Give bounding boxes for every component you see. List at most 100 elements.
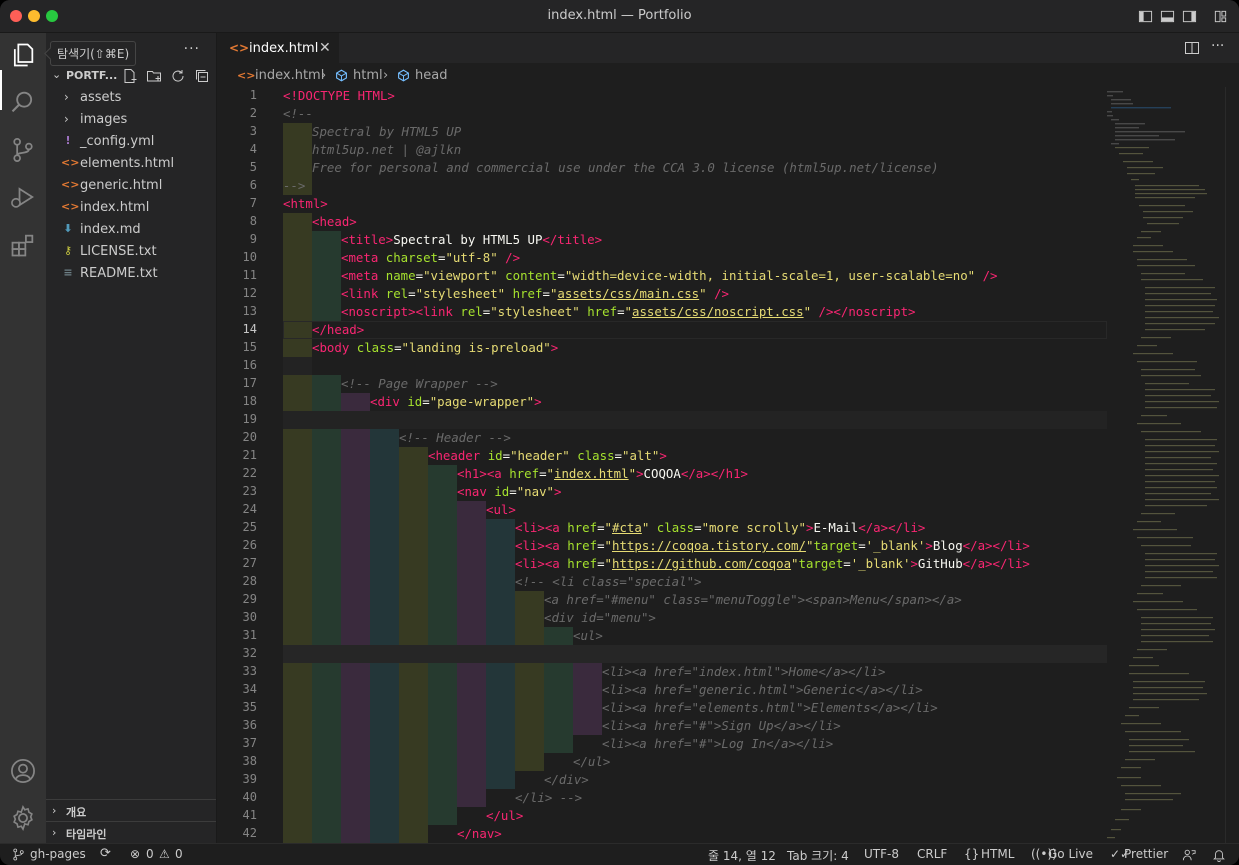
line-number: 29 bbox=[242, 592, 257, 606]
code-text: <html> bbox=[283, 196, 328, 211]
timeline-section-header[interactable]: › 타임라인 bbox=[46, 821, 216, 843]
code-editor[interactable]: 1 <!DOCTYPE HTML> 2 <!-- 3 Spectral by H… bbox=[217, 87, 1239, 843]
accounts-icon[interactable] bbox=[9, 757, 37, 785]
tab-size[interactable]: Tab 크기: 4 bbox=[787, 847, 849, 864]
tree-folder-assets[interactable]: › assets bbox=[46, 87, 216, 109]
breadcrumb-html[interactable]: html bbox=[353, 68, 383, 83]
title-bar: index.html — Portfolio bbox=[0, 0, 1239, 33]
prettier-status[interactable]: Prettier bbox=[1124, 847, 1168, 861]
collapse-all-icon[interactable] bbox=[194, 68, 210, 84]
tree-file-index-html[interactable]: <> index.html bbox=[46, 197, 216, 219]
code-line: 8 <head> bbox=[217, 213, 1239, 231]
new-folder-icon[interactable] bbox=[146, 68, 162, 84]
code-line: 31 <ul> bbox=[217, 627, 1239, 645]
tree-file-index-md[interactable]: ⬇ index.md bbox=[46, 219, 216, 241]
minimap[interactable] bbox=[1105, 87, 1225, 843]
code-line: 5 Free for personal and commercial use u… bbox=[217, 159, 1239, 177]
line-number: 42 bbox=[242, 826, 257, 840]
line-number: 21 bbox=[242, 448, 257, 462]
line-number: 16 bbox=[242, 358, 257, 372]
code-line: 27 <li><a href="https://github.com/coqoa… bbox=[217, 555, 1239, 573]
html-file-icon: <> bbox=[237, 69, 256, 82]
encoding[interactable]: UTF-8 bbox=[864, 847, 899, 861]
code-line: 37 <li><a href="#">Log In</a></li> bbox=[217, 735, 1239, 753]
line-number: 6 bbox=[249, 178, 257, 192]
language-mode[interactable]: HTML bbox=[981, 847, 1014, 861]
outline-section-header[interactable]: › 개요 bbox=[46, 799, 216, 821]
line-number: 23 bbox=[242, 484, 257, 498]
line-number: 11 bbox=[242, 268, 257, 282]
code-text: <li><a href="elements.html">Elements</a>… bbox=[602, 700, 938, 715]
feedback-icon[interactable] bbox=[1182, 848, 1196, 862]
line-number: 9 bbox=[249, 232, 257, 246]
code-text: <ul> bbox=[573, 628, 603, 643]
tree-item-label: elements.html bbox=[80, 156, 175, 171]
tree-file-config-yml[interactable]: ! _config.yml bbox=[46, 131, 216, 153]
code-line: 29 <a href="#menu" class="menuToggle"><s… bbox=[217, 591, 1239, 609]
code-text: <h1><a href="index.html">COQOA</a></h1> bbox=[457, 466, 748, 481]
editor-more-actions-icon[interactable]: ··· bbox=[1211, 38, 1224, 54]
toggle-panel-icon[interactable] bbox=[1160, 9, 1175, 24]
more-actions-icon[interactable]: ··· bbox=[184, 41, 200, 57]
language-mode-braces-icon[interactable]: {} bbox=[964, 847, 979, 861]
code-line: 18 <div id="page-wrapper"> bbox=[217, 393, 1239, 411]
customize-layout-icon[interactable] bbox=[1213, 9, 1228, 24]
chevron-right-icon: › bbox=[52, 826, 57, 839]
tree-item-label: _config.yml bbox=[80, 134, 155, 149]
code-line: 1 <!DOCTYPE HTML> bbox=[217, 87, 1239, 105]
split-editor-icon[interactable] bbox=[1184, 41, 1200, 55]
branch-name[interactable]: gh-pages bbox=[30, 847, 86, 861]
line-number: 1 bbox=[249, 88, 257, 102]
go-live-button[interactable]: Go Live bbox=[1048, 847, 1093, 861]
explorer-tooltip: 탐색기(⇧⌘E) bbox=[50, 41, 137, 66]
line-number: 19 bbox=[242, 412, 257, 426]
code-line: 23 <nav id="nav"> bbox=[217, 483, 1239, 501]
close-tab-icon[interactable]: ✕ bbox=[319, 40, 331, 56]
sync-icon[interactable]: ⟳ bbox=[100, 846, 111, 861]
end-of-line[interactable]: CRLF bbox=[917, 847, 947, 861]
line-number: 38 bbox=[242, 754, 257, 768]
code-line: 39 </div> bbox=[217, 771, 1239, 789]
code-text: <header id="header" class="alt"> bbox=[428, 448, 667, 463]
notifications-bell-icon[interactable] bbox=[1212, 848, 1226, 862]
code-text: <meta name="viewport" content="width=dev… bbox=[341, 268, 998, 283]
tree-file-elements-html[interactable]: <> elements.html bbox=[46, 153, 216, 175]
code-text: <div id="menu"> bbox=[544, 610, 656, 625]
tab-index-html[interactable]: <> index.html ✕ bbox=[217, 33, 339, 63]
code-line: 26 <li><a href="https://coqoa.tistory.co… bbox=[217, 537, 1239, 555]
code-line: 20 <!-- Header --> bbox=[217, 429, 1239, 447]
vertical-scrollbar[interactable] bbox=[1225, 87, 1239, 843]
code-text: <!-- Page Wrapper --> bbox=[341, 376, 498, 391]
extensions-icon[interactable] bbox=[9, 231, 37, 259]
tree-file-readme-txt[interactable]: ≡ README.txt bbox=[46, 263, 216, 285]
tree-folder-images[interactable]: › images bbox=[46, 109, 216, 131]
line-number: 26 bbox=[242, 538, 257, 552]
breadcrumb-head[interactable]: head bbox=[415, 68, 447, 83]
code-text: </li> --> bbox=[515, 790, 583, 805]
tree-item-label: index.md bbox=[80, 222, 141, 237]
cursor-position[interactable]: 줄 14, 열 12 bbox=[708, 847, 776, 864]
code-line: 40 </li> --> bbox=[217, 789, 1239, 807]
tree-file-generic-html[interactable]: <> generic.html bbox=[46, 175, 216, 197]
manage-gear-icon[interactable] bbox=[9, 804, 37, 832]
line-number: 27 bbox=[242, 556, 257, 570]
toggle-secondary-sidebar-icon[interactable] bbox=[1182, 9, 1197, 24]
line-number: 18 bbox=[242, 394, 257, 408]
tab-label: index.html bbox=[249, 41, 319, 56]
search-icon[interactable] bbox=[9, 88, 37, 116]
status-bar: gh-pages ⟳ ⊗ 0 ⚠ 0 줄 14, 열 12 Tab 크기: 4 … bbox=[0, 843, 1239, 865]
tree-file-license-txt[interactable]: ⚷ LICENSE.txt bbox=[46, 241, 216, 263]
line-number: 28 bbox=[242, 574, 257, 588]
run-and-debug-icon[interactable] bbox=[9, 183, 37, 211]
git-branch-icon bbox=[13, 848, 24, 861]
refresh-icon[interactable] bbox=[170, 68, 186, 84]
explorer-icon[interactable] bbox=[9, 41, 37, 69]
breadcrumb-file[interactable]: index.html bbox=[255, 68, 324, 83]
warning-icon[interactable]: ⚠ bbox=[159, 847, 170, 861]
toggle-primary-sidebar-icon[interactable] bbox=[1138, 9, 1153, 24]
code-line: 13 <noscript><link rel="stylesheet" href… bbox=[217, 303, 1239, 321]
error-icon[interactable]: ⊗ bbox=[130, 847, 140, 861]
new-file-icon[interactable] bbox=[122, 68, 138, 84]
code-text: <li><a href="#cta" class="more scrolly">… bbox=[515, 520, 926, 535]
source-control-icon[interactable] bbox=[9, 136, 37, 164]
